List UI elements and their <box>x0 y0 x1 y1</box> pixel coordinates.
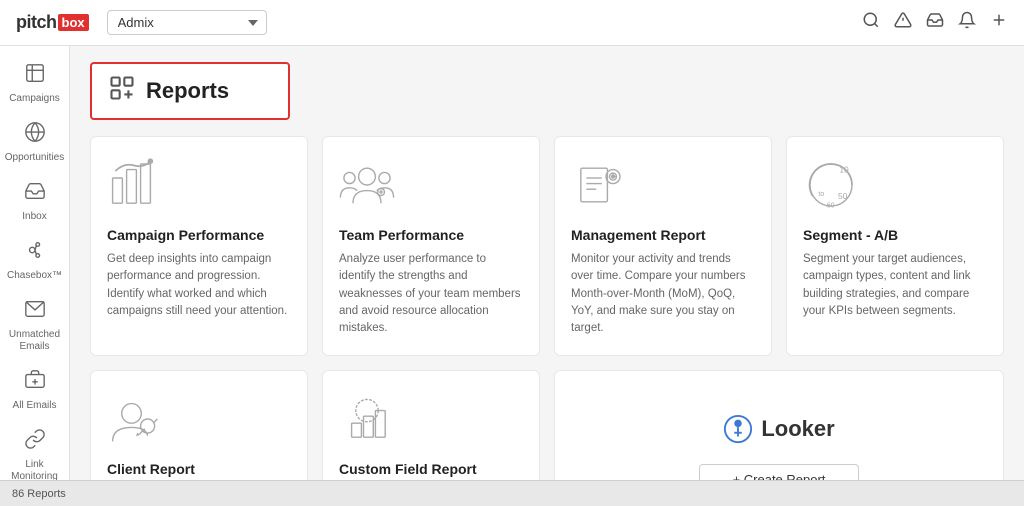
logo-box: box <box>58 14 89 31</box>
logo: pitchbox <box>16 12 89 33</box>
client-report-icon <box>107 389 291 449</box>
link-monitoring-icon <box>24 428 46 456</box>
page-title: Reports <box>146 78 229 104</box>
logo-pitch: pitch <box>16 12 57 33</box>
sidebar-item-label-all-emails: All Emails <box>13 400 57 412</box>
sidebar-item-inbox[interactable]: Inbox <box>0 172 69 231</box>
card-team-performance[interactable]: Team Performance Analyze user performanc… <box>322 136 540 356</box>
segment-ab-icon: 10 to 50 60 <box>803 155 987 215</box>
chasebox-icon <box>24 239 46 267</box>
statusbar: 86 Reports <box>0 480 1024 506</box>
svg-text:60: 60 <box>827 202 835 209</box>
looker-name: Looker <box>761 416 834 442</box>
svg-text:50: 50 <box>838 191 848 201</box>
sidebar-item-campaigns[interactable]: Campaigns <box>0 54 69 113</box>
sidebar-item-all-emails[interactable]: All Emails <box>0 361 69 420</box>
topnav-icons <box>862 11 1008 34</box>
add-icon[interactable] <box>990 11 1008 34</box>
svg-text:to: to <box>818 191 824 198</box>
sidebar-item-label-chasebox: Chasebox™ <box>7 270 62 282</box>
sidebar-item-link-monitoring[interactable]: Link Monitoring <box>0 420 69 480</box>
card-segment-ab[interactable]: 10 to 50 60 Segment - A/B Segment your t… <box>786 136 1004 356</box>
card-desc-management-report: Monitor your activity and trends over ti… <box>571 251 755 337</box>
card-desc-team-performance: Analyze user performance to identify the… <box>339 251 523 337</box>
card-client-report[interactable]: Client Report Analyze the amount of work… <box>90 370 308 480</box>
card-title-team-performance: Team Performance <box>339 227 523 243</box>
campaign-performance-icon <box>107 155 291 215</box>
sidebar-item-label-opportunities: Opportunities <box>5 152 64 164</box>
all-emails-icon <box>24 369 46 397</box>
card-title-segment-ab: Segment - A/B <box>803 227 987 243</box>
card-campaign-performance[interactable]: Campaign Performance Get deep insights i… <box>90 136 308 356</box>
campaigns-icon <box>24 62 46 90</box>
bell-icon[interactable] <box>958 11 976 34</box>
reports-header-icon <box>108 74 136 108</box>
custom-field-report-icon <box>339 389 523 449</box>
page-header: Reports <box>90 62 290 120</box>
team-performance-icon <box>339 155 523 215</box>
card-custom-field-report[interactable]: Custom Field Report Aggregate and visual… <box>322 370 540 480</box>
card-title-custom-field-report: Custom Field Report <box>339 461 523 477</box>
sidebar-item-opportunities[interactable]: Opportunities <box>0 113 69 172</box>
sidebar-item-label-unmatched: Unmatched Emails <box>4 329 65 353</box>
inbox-nav-icon <box>24 180 46 208</box>
card-looker: Looker + Create Report </> Embed Report <box>554 370 1004 480</box>
statusbar-text: 86 Reports <box>12 488 66 500</box>
opportunities-icon <box>24 121 46 149</box>
card-management-report[interactable]: Management Report Monitor your activity … <box>554 136 772 356</box>
sidebar: Campaigns Opportunities Inbox Chasebox™ … <box>0 46 70 480</box>
card-title-client-report: Client Report <box>107 461 291 477</box>
inbox-icon[interactable] <box>926 11 944 34</box>
body-wrap: Campaigns Opportunities Inbox Chasebox™ … <box>0 46 1024 480</box>
card-desc-segment-ab: Segment your target audiences, campaign … <box>803 251 987 320</box>
unmatched-emails-icon <box>24 298 46 326</box>
sidebar-item-label-campaigns: Campaigns <box>9 93 60 105</box>
card-title-management-report: Management Report <box>571 227 755 243</box>
looker-logo: Looker <box>723 414 834 444</box>
main-content: Reports Campaign Performance Get deep in… <box>70 46 1024 480</box>
sidebar-item-label-link-monitoring: Link Monitoring <box>4 459 65 480</box>
search-icon[interactable] <box>862 11 880 34</box>
alert-icon[interactable] <box>894 11 912 34</box>
management-report-icon <box>571 155 755 215</box>
cards-grid: Campaign Performance Get deep insights i… <box>90 136 1004 480</box>
svg-text:10: 10 <box>839 164 849 174</box>
card-desc-campaign-performance: Get deep insights into campaign performa… <box>107 251 291 320</box>
sidebar-item-unmatched-emails[interactable]: Unmatched Emails <box>0 290 69 361</box>
topnav: pitchbox Admix <box>0 0 1024 46</box>
card-title-campaign-performance: Campaign Performance <box>107 227 291 243</box>
workspace-dropdown[interactable]: Admix <box>107 10 267 35</box>
sidebar-item-chasebox[interactable]: Chasebox™ <box>0 231 69 290</box>
create-report-button[interactable]: + Create Report <box>699 464 859 480</box>
sidebar-item-label-inbox: Inbox <box>22 211 46 223</box>
